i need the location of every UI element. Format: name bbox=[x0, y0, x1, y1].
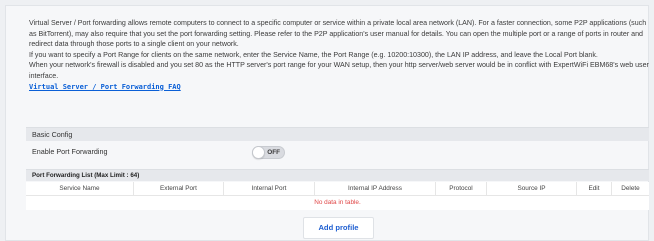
port-forwarding-list-header: Port Forwarding List (Max Limit : 64) bbox=[26, 169, 649, 181]
description-paragraph-3: When your network's firewall is disabled… bbox=[29, 61, 649, 80]
column-delete: Delete bbox=[621, 185, 640, 192]
description-paragraph-1: Virtual Server / Port forwarding allows … bbox=[29, 19, 647, 49]
column-external-port: External Port bbox=[134, 182, 224, 196]
faq-link[interactable]: Virtual Server / Port Forwarding FAQ bbox=[29, 82, 181, 93]
column-internal-port: Internal Port bbox=[224, 182, 315, 196]
column-source-ip: Source IP bbox=[487, 182, 577, 196]
add-profile-button[interactable]: Add profile bbox=[303, 217, 374, 239]
column-protocol: Protocol bbox=[436, 182, 487, 196]
empty-table-message: No data in table. bbox=[26, 196, 649, 210]
description-block: Virtual Server / Port forwarding allows … bbox=[29, 18, 649, 92]
column-edit: Edit bbox=[577, 182, 612, 196]
port-forwarding-panel: Virtual Server / Port forwarding allows … bbox=[5, 5, 649, 241]
enable-port-forwarding-label: Enable Port Forwarding bbox=[32, 147, 108, 156]
enable-port-forwarding-row: Enable Port Forwarding OFF bbox=[26, 142, 649, 162]
enable-port-forwarding-toggle[interactable]: OFF bbox=[252, 146, 285, 159]
column-service-name: Service Name bbox=[26, 182, 134, 196]
column-internal-ip-address: Internal IP Address bbox=[315, 182, 436, 196]
toggle-state-label: OFF bbox=[267, 149, 280, 156]
table-header-row: Service Name External Port Internal Port… bbox=[26, 182, 649, 196]
basic-config-header: Basic Config bbox=[26, 127, 649, 141]
description-paragraph-2: If you want to specify a Port Range for … bbox=[29, 50, 598, 59]
toggle-knob bbox=[252, 146, 265, 159]
